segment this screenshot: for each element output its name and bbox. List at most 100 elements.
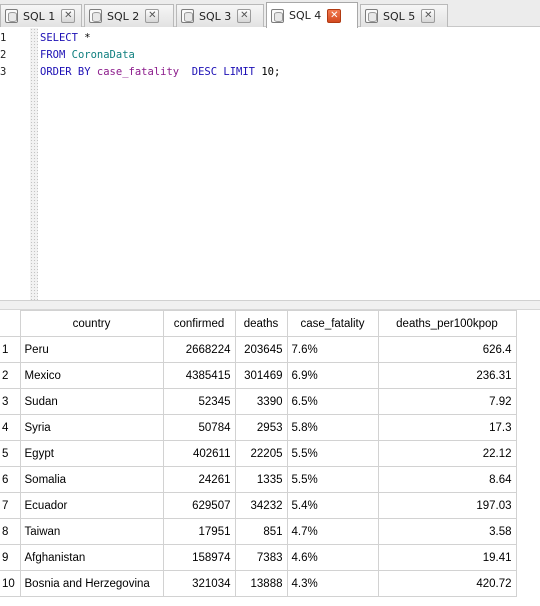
tab-sql-1[interactable]: SQL 1 ✕ (0, 4, 82, 27)
line-number: 1 (0, 32, 7, 44)
cell-confirmed[interactable]: 50784 (162, 414, 236, 441)
pane-splitter[interactable] (0, 300, 540, 310)
tab-sql-4[interactable]: SQL 4 ✕ (266, 2, 358, 28)
column-header-country[interactable]: country (19, 310, 164, 337)
table-row[interactable]: 6 Somalia 24261 1335 5.5% 8.64 (0, 466, 517, 493)
row-number[interactable]: 6 (0, 466, 21, 493)
cell-case-fatality[interactable]: 5.4% (286, 492, 379, 519)
sql-file-icon (181, 9, 194, 23)
cell-deaths[interactable]: 3390 (234, 388, 288, 415)
cell-confirmed[interactable]: 321034 (162, 570, 236, 597)
column-header-deaths-per100kpop[interactable]: deaths_per100kpop (377, 310, 517, 337)
keyword: LIMIT (223, 66, 255, 78)
row-number[interactable]: 8 (0, 518, 21, 545)
code-line[interactable]: FROM CoronaData (40, 47, 135, 64)
table-row[interactable]: 10 Bosnia and Herzegovina 321034 13888 4… (0, 570, 517, 597)
keyword: DESC (191, 66, 218, 78)
cell-deaths[interactable]: 1335 (234, 466, 288, 493)
code-line[interactable]: ORDER BY case_fatality DESC LIMIT 10; (40, 64, 280, 81)
sql-editor[interactable]: 1 2 3 SELECT * FROM CoronaData ORDER BY … (0, 28, 540, 300)
cell-case-fatality[interactable]: 5.8% (286, 414, 379, 441)
column-header-case-fatality[interactable]: case_fatality (286, 310, 379, 337)
row-number[interactable]: 9 (0, 544, 21, 571)
code-line[interactable]: SELECT * (40, 30, 91, 47)
table-row[interactable]: 1 Peru 2668224 203645 7.6% 626.4 (0, 336, 517, 363)
cell-deaths-per100kpop[interactable]: 22.12 (377, 440, 517, 467)
close-icon[interactable]: ✕ (421, 9, 436, 23)
cell-confirmed[interactable]: 24261 (162, 466, 236, 493)
cell-deaths[interactable]: 851 (234, 518, 288, 545)
table-row[interactable]: 4 Syria 50784 2953 5.8% 17.3 (0, 414, 517, 441)
cell-deaths[interactable]: 7383 (234, 544, 288, 571)
close-icon[interactable]: ✕ (237, 9, 252, 23)
cell-deaths-per100kpop[interactable]: 626.4 (377, 336, 517, 363)
row-number[interactable]: 2 (0, 362, 21, 389)
cell-deaths[interactable]: 2953 (234, 414, 288, 441)
cell-country[interactable]: Ecuador (19, 492, 164, 519)
cell-confirmed[interactable]: 629507 (162, 492, 236, 519)
line-number: 3 (0, 66, 7, 78)
table-row[interactable]: 3 Sudan 52345 3390 6.5% 7.92 (0, 388, 517, 415)
cell-confirmed[interactable]: 402611 (162, 440, 236, 467)
cell-confirmed[interactable]: 17951 (162, 518, 236, 545)
close-icon[interactable]: ✕ (61, 9, 76, 23)
cell-case-fatality[interactable]: 6.9% (286, 362, 379, 389)
line-number-gutter: 1 2 3 (0, 28, 30, 300)
cell-country[interactable]: Taiwan (19, 518, 164, 545)
cell-deaths-per100kpop[interactable]: 197.03 (377, 492, 517, 519)
row-number[interactable]: 10 (0, 570, 21, 597)
close-icon[interactable]: ✕ (327, 8, 342, 23)
column-name: case_fatality (96, 66, 180, 78)
table-row[interactable]: 8 Taiwan 17951 851 4.7% 3.58 (0, 518, 517, 545)
cell-deaths[interactable]: 301469 (234, 362, 288, 389)
table-row[interactable]: 5 Egypt 402611 22205 5.5% 22.12 (0, 440, 517, 467)
tab-sql-3[interactable]: SQL 3 ✕ (176, 4, 264, 27)
cell-country[interactable]: Peru (19, 336, 164, 363)
close-icon[interactable]: ✕ (145, 9, 160, 23)
tab-bar: SQL 1 ✕ SQL 2 ✕ SQL 3 ✕ SQL 4 ✕ SQL 5 ✕ (0, 0, 540, 28)
cell-confirmed[interactable]: 2668224 (162, 336, 236, 363)
results-grid[interactable]: country confirmed deaths case_fatality d… (0, 310, 540, 606)
cell-country[interactable]: Somalia (19, 466, 164, 493)
row-number[interactable]: 4 (0, 414, 21, 441)
cell-country[interactable]: Afghanistan (19, 544, 164, 571)
cell-case-fatality[interactable]: 5.5% (286, 440, 379, 467)
row-number[interactable]: 7 (0, 492, 21, 519)
cell-country[interactable]: Bosnia and Herzegovina (19, 570, 164, 597)
cell-deaths-per100kpop[interactable]: 8.64 (377, 466, 517, 493)
row-number[interactable]: 5 (0, 440, 21, 467)
cell-case-fatality[interactable]: 4.7% (286, 518, 379, 545)
cell-country[interactable]: Sudan (19, 388, 164, 415)
cell-deaths-per100kpop[interactable]: 19.41 (377, 544, 517, 571)
cell-deaths[interactable]: 22205 (234, 440, 288, 467)
results-table: country confirmed deaths case_fatality d… (0, 310, 517, 597)
cell-deaths-per100kpop[interactable]: 236.31 (377, 362, 517, 389)
cell-deaths-per100kpop[interactable]: 420.72 (377, 570, 517, 597)
cell-country[interactable]: Egypt (19, 440, 164, 467)
cell-deaths-per100kpop[interactable]: 17.3 (377, 414, 517, 441)
table-row[interactable]: 9 Afghanistan 158974 7383 4.6% 19.41 (0, 544, 517, 571)
cell-case-fatality[interactable]: 5.5% (286, 466, 379, 493)
column-header-confirmed[interactable]: confirmed (162, 310, 236, 337)
cell-confirmed[interactable]: 52345 (162, 388, 236, 415)
row-number[interactable]: 3 (0, 388, 21, 415)
table-row[interactable]: 7 Ecuador 629507 34232 5.4% 197.03 (0, 492, 517, 519)
table-row[interactable]: 2 Mexico 4385415 301469 6.9% 236.31 (0, 362, 517, 389)
cell-case-fatality[interactable]: 4.3% (286, 570, 379, 597)
tab-sql-2[interactable]: SQL 2 ✕ (84, 4, 174, 27)
cell-case-fatality[interactable]: 6.5% (286, 388, 379, 415)
column-header-deaths[interactable]: deaths (234, 310, 288, 337)
cell-case-fatality[interactable]: 7.6% (286, 336, 379, 363)
cell-country[interactable]: Syria (19, 414, 164, 441)
cell-country[interactable]: Mexico (19, 362, 164, 389)
cell-deaths-per100kpop[interactable]: 7.92 (377, 388, 517, 415)
cell-confirmed[interactable]: 4385415 (162, 362, 236, 389)
row-number[interactable]: 1 (0, 336, 21, 363)
cell-deaths[interactable]: 203645 (234, 336, 288, 363)
tab-sql-5[interactable]: SQL 5 ✕ (360, 4, 448, 27)
cell-deaths[interactable]: 34232 (234, 492, 288, 519)
cell-case-fatality[interactable]: 4.6% (286, 544, 379, 571)
cell-confirmed[interactable]: 158974 (162, 544, 236, 571)
cell-deaths[interactable]: 13888 (234, 570, 288, 597)
cell-deaths-per100kpop[interactable]: 3.58 (377, 518, 517, 545)
